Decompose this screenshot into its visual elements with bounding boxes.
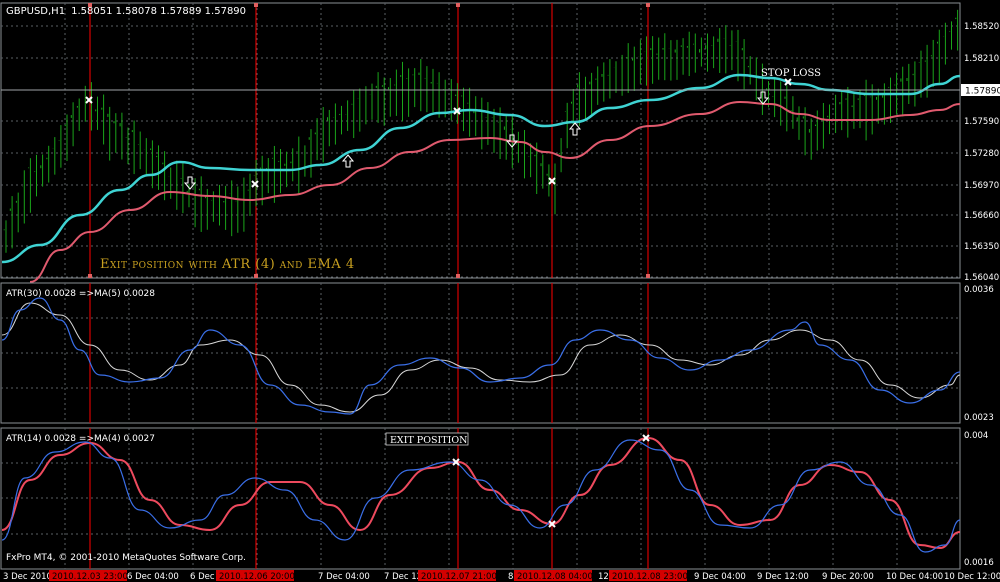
price-axis-label: 1.56350 <box>964 242 999 252</box>
exit-strategy-annotation: Exit position with ATR (4) and EMA 4 <box>100 257 355 272</box>
price-axis-label: 1.57590 <box>964 117 999 127</box>
chart-window[interactable]: GBPUSD,H1 1.58051 1.58078 1.57889 1.57890… <box>0 0 1000 582</box>
vline-marker <box>646 3 650 7</box>
time-axis-label: 9 Dec 20:00 <box>822 572 874 582</box>
time-highlight-label: 2010.12.08 04:00 <box>517 572 593 582</box>
price-axis-label: 1.56660 <box>964 211 999 221</box>
time-highlight-label: 2010.12.07 21:00 <box>421 572 497 582</box>
time-axis-label: 9 Dec 12:00 <box>757 572 809 582</box>
price-axis-label: 1.56040 <box>964 273 999 283</box>
time-highlight-label: 2010.12.08 23:00 <box>612 572 688 582</box>
vline-marker <box>254 274 258 278</box>
atr14-axis-top: 0.004 <box>964 431 988 441</box>
time-axis-label: 3 Dec 2010 <box>3 572 52 582</box>
time-highlight-label: 2010.12.03 23:00 <box>52 572 128 582</box>
vline-marker <box>646 274 650 278</box>
exit-position-label: EXIT POSITION <box>390 435 467 446</box>
time-axis-label: 8 <box>508 572 513 582</box>
time-axis-label: 7 Dec 04:00 <box>318 572 370 582</box>
vline-marker <box>456 274 460 278</box>
atr14-title: ATR(14) 0.0028 =>MA(4) 0.0027 <box>6 434 155 444</box>
time-axis-label: 10 Dec 04:00 <box>886 572 943 582</box>
time-axis-label: 10 Dec 12:00 <box>944 572 1000 582</box>
atr30-title: ATR(30) 0.0028 =>MA(5) 0.0028 <box>6 289 155 299</box>
time-highlight-label: 2010.12.06 20:00 <box>219 572 295 582</box>
time-axis-label: 9 Dec 04:00 <box>694 572 746 582</box>
copyright-text: FxPro MT4, © 2001-2010 MetaQuotes Softwa… <box>6 553 246 563</box>
price-axis-label: 1.57280 <box>964 149 999 159</box>
price-axis-label: 1.58520 <box>964 22 999 32</box>
current-price-value: 1.57890 <box>965 87 1000 97</box>
symbol-label: GBPUSD,H1 1.58051 1.58078 1.57889 1.57890 <box>6 6 246 17</box>
price-axis: 1.58520 1.58210 1.57590 1.57280 1.56970 1.566… <box>964 22 999 283</box>
time-axis-label: 6 Dec 04:00 <box>127 572 179 582</box>
atr14-axis-bottom: 0.0016 <box>964 558 994 568</box>
price-axis-label: 1.58210 <box>964 54 999 64</box>
vline-marker <box>254 3 258 7</box>
vline-marker <box>456 3 460 7</box>
vline-marker <box>88 274 92 278</box>
time-axis-label: 6 Dec <box>190 572 215 582</box>
atr30-axis-top: 0.0036 <box>964 285 994 295</box>
atr30-axis-bottom: 0.0023 <box>964 413 994 423</box>
price-axis-label: 1.56970 <box>964 181 999 191</box>
stop-loss-label: STOP LOSS <box>761 68 821 79</box>
